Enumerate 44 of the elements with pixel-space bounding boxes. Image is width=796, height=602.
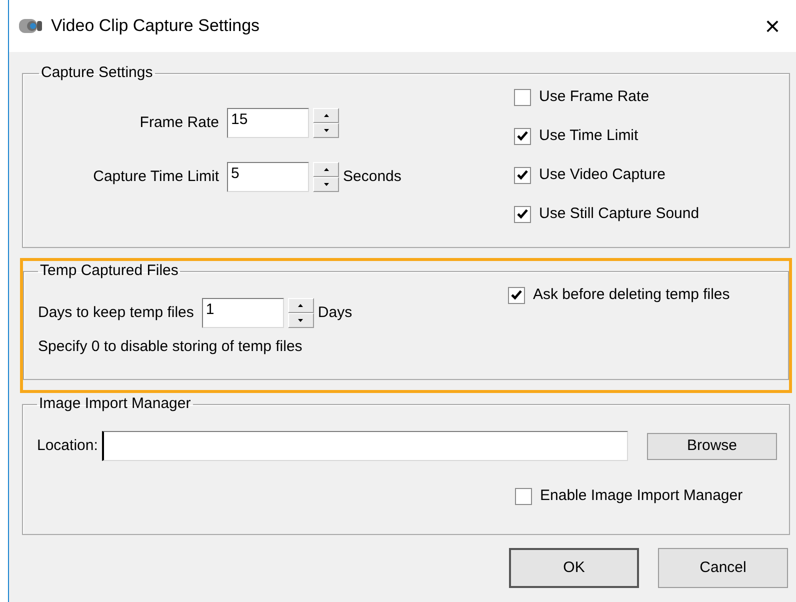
spin-up-button[interactable]: [288, 298, 314, 313]
field-label: Frame Rate: [138, 114, 219, 132]
field-label: Location:: [37, 437, 98, 455]
checkbox[interactable]: [514, 128, 531, 144]
hint-text: Specify 0 to disable storing of temp files: [38, 338, 304, 356]
checkbox-label[interactable]: Use Frame Rate: [539, 88, 650, 106]
checkbox[interactable]: [514, 206, 531, 222]
checkbox[interactable]: [508, 286, 525, 304]
field-label: Days to keep temp files: [38, 304, 194, 322]
checkbox-label[interactable]: Use Still Capture Sound: [539, 205, 700, 223]
checkbox-label[interactable]: Use Time Limit: [539, 127, 638, 145]
down-arrow-icon: [324, 129, 328, 132]
up-arrow-icon: [324, 114, 328, 117]
close-button[interactable]: ×: [758, 13, 786, 39]
number-field[interactable]: 5: [227, 162, 309, 192]
spin-up-button[interactable]: [313, 162, 339, 177]
dialog-button[interactable]: Cancel: [658, 548, 788, 588]
camera-icon: [19, 17, 43, 35]
browse-button[interactable]: Browse: [647, 432, 777, 460]
number-field[interactable]: 1: [202, 298, 284, 328]
up-arrow-icon: [324, 168, 328, 171]
group-title: Image Import Manager: [38, 395, 192, 413]
number-field[interactable]: 15: [227, 108, 309, 138]
location-field[interactable]: [102, 431, 628, 461]
spin-down-button[interactable]: [313, 177, 339, 192]
checkbox[interactable]: [514, 166, 531, 184]
spin-down-button[interactable]: [313, 123, 339, 138]
spin-down-button[interactable]: [288, 313, 314, 328]
unit-label: Seconds: [343, 168, 402, 186]
checkbox-label[interactable]: Ask before deleting temp files: [533, 286, 730, 304]
field-label: Capture Time Limit: [92, 168, 219, 186]
up-arrow-icon: [298, 304, 304, 307]
checkbox[interactable]: [514, 88, 531, 106]
spin-up-button[interactable]: [313, 108, 339, 123]
checkbox-label[interactable]: Use Video Capture: [539, 166, 666, 184]
window-title: Video Clip Capture Settings: [51, 16, 261, 36]
down-arrow-icon: [324, 183, 328, 186]
down-arrow-icon: [298, 319, 304, 322]
group-title: Temp Captured Files: [39, 262, 180, 280]
unit-label: Days: [318, 304, 352, 322]
dialog-button[interactable]: OK: [509, 548, 639, 588]
group-title: Capture Settings: [40, 64, 154, 82]
checkbox-label[interactable]: Enable Image Import Manager: [540, 487, 743, 505]
checkbox[interactable]: [515, 488, 532, 504]
